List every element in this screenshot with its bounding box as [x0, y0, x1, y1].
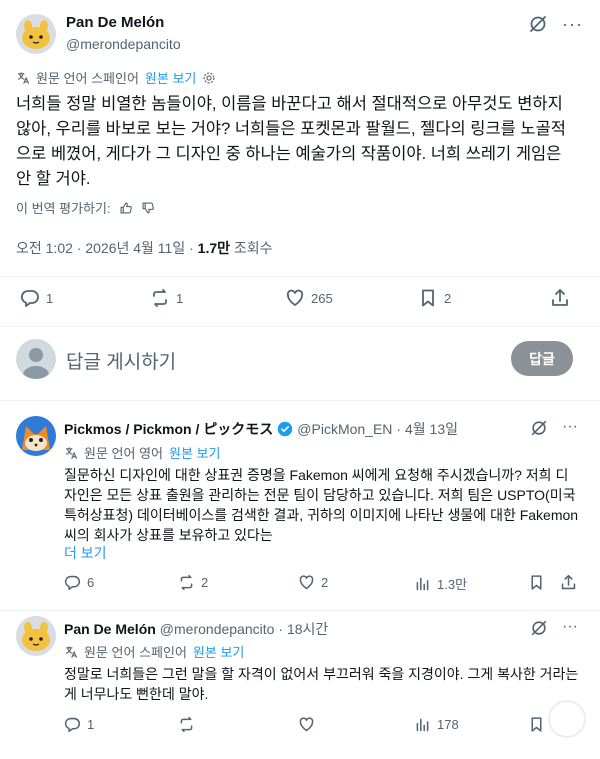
- retweet-icon: [153, 289, 167, 307]
- views-action[interactable]: 178: [414, 716, 459, 733]
- retweet-count: 2: [201, 575, 209, 590]
- default-user-icon: [23, 348, 49, 379]
- pickmon-avatar-icon: [16, 416, 56, 456]
- divider: [0, 326, 600, 327]
- grok-icon[interactable]: [530, 619, 548, 637]
- share-icon: [552, 289, 568, 306]
- reply-action[interactable]: 1: [64, 716, 94, 733]
- more-options-icon[interactable]: ···: [562, 418, 578, 436]
- translate-icon: [17, 71, 30, 84]
- translate-icon: [65, 446, 78, 459]
- show-original-link[interactable]: 원본 보기: [169, 443, 220, 462]
- bookmark-count: 2: [444, 290, 452, 306]
- reply-icon: [64, 717, 80, 733]
- retweet-action[interactable]: 1: [150, 288, 183, 308]
- reply-author-handle[interactable]: @PickMon_EN: [297, 421, 392, 437]
- bookmark-icon: [422, 289, 434, 307]
- divider: [0, 400, 600, 401]
- reply-author-handle[interactable]: @merondepancito: [160, 621, 275, 637]
- retweet-action[interactable]: 2: [178, 574, 208, 591]
- settings-gear-icon[interactable]: [202, 71, 216, 85]
- views-action[interactable]: 1.3만: [414, 574, 467, 593]
- bookmark-action[interactable]: [528, 574, 545, 591]
- more-options-icon[interactable]: ···: [562, 618, 578, 636]
- reply-action[interactable]: 6: [64, 574, 94, 591]
- author-avatar[interactable]: [16, 14, 56, 54]
- translation-note: 원문 언어 영어: [84, 446, 163, 461]
- retweet-count: 1: [176, 290, 184, 306]
- views-chart-icon: [416, 718, 429, 732]
- reply-author-name[interactable]: Pan De Melón: [64, 621, 156, 637]
- like-action[interactable]: [298, 716, 315, 733]
- thumbs-up-icon[interactable]: [119, 201, 133, 215]
- reply-text: 정말로 너희들은 그런 말을 할 자격이 없어서 부끄러워 죽을 지경이야. 그…: [64, 666, 579, 702]
- views-count: 1.3만: [437, 577, 468, 592]
- reply-author-avatar[interactable]: [16, 616, 56, 656]
- translate-icon: [65, 645, 78, 658]
- divider: [0, 610, 600, 611]
- bookmark-action[interactable]: [528, 716, 545, 733]
- reply-count: 1: [87, 717, 95, 732]
- like-action[interactable]: 265: [285, 288, 333, 308]
- retweet-action[interactable]: [178, 716, 195, 733]
- divider: [0, 276, 600, 277]
- show-more-link[interactable]: 더 보기: [64, 543, 107, 563]
- timestamp[interactable]: 오전 1:02 · 2026년 4월 11일 ·: [16, 240, 198, 256]
- reply-count: 6: [87, 575, 95, 590]
- translation-row: 원문 언어 영어 원본 보기: [64, 443, 220, 462]
- reply-icon: [64, 575, 80, 591]
- share-action[interactable]: [560, 574, 577, 591]
- bookmark-action[interactable]: 2: [418, 288, 451, 308]
- retweet-icon: [180, 716, 193, 733]
- tweet-text: 너희들 정말 비열한 놈들이야, 이름을 바꾼다고 해서 절대적으로 아무것도 …: [16, 95, 566, 188]
- reply-time[interactable]: · 18시간: [278, 619, 328, 639]
- reply-time[interactable]: · 4월 13일: [396, 419, 458, 439]
- reply-icon: [20, 290, 39, 307]
- bookmark-icon: [531, 717, 542, 732]
- like-action[interactable]: 2: [298, 574, 328, 591]
- melon-bread-avatar-icon: [16, 14, 56, 54]
- reply-author-avatar[interactable]: [16, 416, 56, 456]
- like-count: 265: [311, 290, 333, 306]
- reply-action[interactable]: 1: [20, 288, 53, 308]
- watermark-logo-icon: [548, 700, 586, 738]
- timestamp-row: 오전 1:02 · 2026년 4월 11일 · 1.7만 조회수: [16, 238, 273, 258]
- translation-note: 원문 언어 스페인어: [36, 71, 139, 86]
- own-avatar[interactable]: [16, 339, 56, 379]
- heart-icon: [299, 717, 314, 732]
- verified-badge-icon: [278, 421, 293, 437]
- reply-text: 질문하신 디자인에 대한 상표권 증명을 Fakemon 씨에게 요청해 주시겠…: [64, 467, 579, 543]
- views-label: 조회수: [230, 240, 273, 256]
- show-original-link[interactable]: 원본 보기: [145, 68, 196, 87]
- reply-header: Pickmos / Pickmon / ピックモス @PickMon_EN · …: [64, 419, 458, 439]
- views-count: 178: [437, 717, 459, 732]
- grok-icon[interactable]: [530, 419, 548, 437]
- reply-header: Pan De Melón @merondepancito · 18시간: [64, 619, 328, 639]
- translation-row: 원문 언어 스페인어 원본 보기: [64, 642, 244, 661]
- heart-icon: [286, 289, 304, 306]
- show-original-link[interactable]: 원본 보기: [193, 642, 244, 661]
- reply-count: 1: [46, 290, 54, 306]
- grok-icon[interactable]: [528, 14, 548, 34]
- share-action[interactable]: [550, 288, 570, 308]
- translation-note: 원문 언어 스페인어: [84, 645, 187, 660]
- heart-icon: [299, 575, 314, 590]
- views-count: 1.7만: [197, 240, 231, 256]
- author-name[interactable]: Pan De Melón: [66, 14, 164, 31]
- rate-translation-row: 이 번역 평가하기:: [16, 198, 155, 217]
- like-count: 2: [321, 575, 329, 590]
- bookmark-icon: [531, 575, 542, 590]
- reply-author-name[interactable]: Pickmos / Pickmon / ピックモス: [64, 419, 273, 439]
- reply-input[interactable]: 답글 게시하기: [66, 347, 176, 374]
- rate-translation-label: 이 번역 평가하기:: [16, 201, 111, 216]
- author-handle[interactable]: @merondepancito: [66, 36, 181, 52]
- translation-row: 원문 언어 스페인어 원본 보기: [16, 68, 216, 87]
- share-icon: [561, 574, 576, 590]
- more-options-icon[interactable]: ···: [562, 14, 583, 35]
- melon-bread-avatar-icon: [16, 616, 56, 656]
- reply-submit-button[interactable]: 답글: [511, 341, 573, 376]
- retweet-icon: [180, 574, 193, 591]
- thumbs-down-icon[interactable]: [141, 201, 155, 215]
- views-chart-icon: [416, 577, 429, 591]
